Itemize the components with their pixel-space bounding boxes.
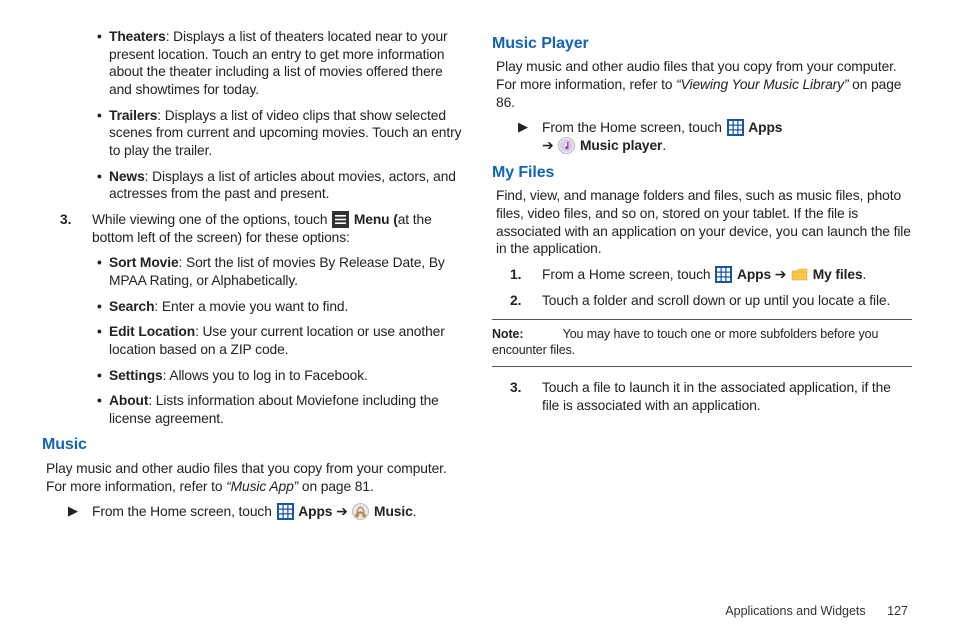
bullet-edit-location: • Edit Location: Use your current locati… (97, 323, 462, 358)
menu-icon (332, 211, 349, 228)
apps-icon (277, 503, 294, 520)
my-files-step-2: 2. Touch a folder and scroll down or up … (510, 292, 912, 310)
page-body: • Theaters: Displays a list of theaters … (0, 0, 954, 588)
note-text: You may have to touch one or more subfol… (492, 327, 878, 357)
triangle-icon: ▶ (68, 503, 92, 521)
bullet-dot: • (97, 168, 109, 203)
music-intro: Play music and other audio files that yo… (46, 460, 462, 495)
heading-music: Music (42, 435, 462, 455)
step-number: 2. (510, 292, 542, 310)
heading-music-player: Music Player (492, 34, 912, 54)
step-number: 3. (60, 211, 92, 246)
music-player-icon (558, 137, 575, 154)
my-files-step-1: 1. From a Home screen, touch Apps ➔ My f… (510, 266, 912, 284)
note-label: Note: (492, 327, 523, 341)
bullet-theaters: • Theaters: Displays a list of theaters … (97, 28, 462, 99)
bullet-dot: • (97, 28, 109, 99)
bullet-body: Trailers: Displays a list of video clips… (109, 107, 462, 160)
my-files-intro: Find, view, and manage folders and files… (496, 187, 912, 258)
bullet-news: • News: Displays a list of articles abou… (97, 168, 462, 203)
folder-icon (791, 266, 808, 283)
bullet-search: • Search: Enter a movie you want to find… (97, 298, 462, 316)
step-3: 3. While viewing one of the options, tou… (60, 211, 462, 246)
my-files-step-3: 3. Touch a file to launch it in the asso… (510, 379, 912, 414)
apps-icon (727, 119, 744, 136)
music-step: ▶ From the Home screen, touch Apps ➔ Mus… (68, 503, 462, 521)
bullet-about: • About: Lists information about Moviefo… (97, 392, 462, 427)
step-number: 1. (510, 266, 542, 284)
note-box: Note: You may have to touch one or more … (492, 319, 912, 367)
music-player-intro: Play music and other audio files that yo… (496, 58, 912, 111)
step-body: While viewing one of the options, touch … (92, 211, 462, 246)
triangle-icon: ▶ (518, 119, 542, 154)
bullet-body: News: Displays a list of articles about … (109, 168, 462, 203)
bullet-settings: • Settings: Allows you to log in to Face… (97, 367, 462, 385)
heading-my-files: My Files (492, 163, 912, 183)
footer-section: Applications and Widgets (725, 604, 865, 618)
bullet-body: Theaters: Displays a list of theaters lo… (109, 28, 462, 99)
page-footer: Applications and Widgets 127 (725, 604, 908, 618)
footer-page-number: 127 (887, 604, 908, 618)
music-icon (352, 503, 369, 520)
bullet-dot: • (97, 107, 109, 160)
bullet-sort-movie: • Sort Movie: Sort the list of movies By… (97, 254, 462, 289)
step-number: 3. (510, 379, 542, 414)
music-player-step: ▶ From the Home screen, touch Apps ➔ Mus… (518, 119, 912, 154)
apps-icon (715, 266, 732, 283)
bullet-trailers: • Trailers: Displays a list of video cli… (97, 107, 462, 160)
